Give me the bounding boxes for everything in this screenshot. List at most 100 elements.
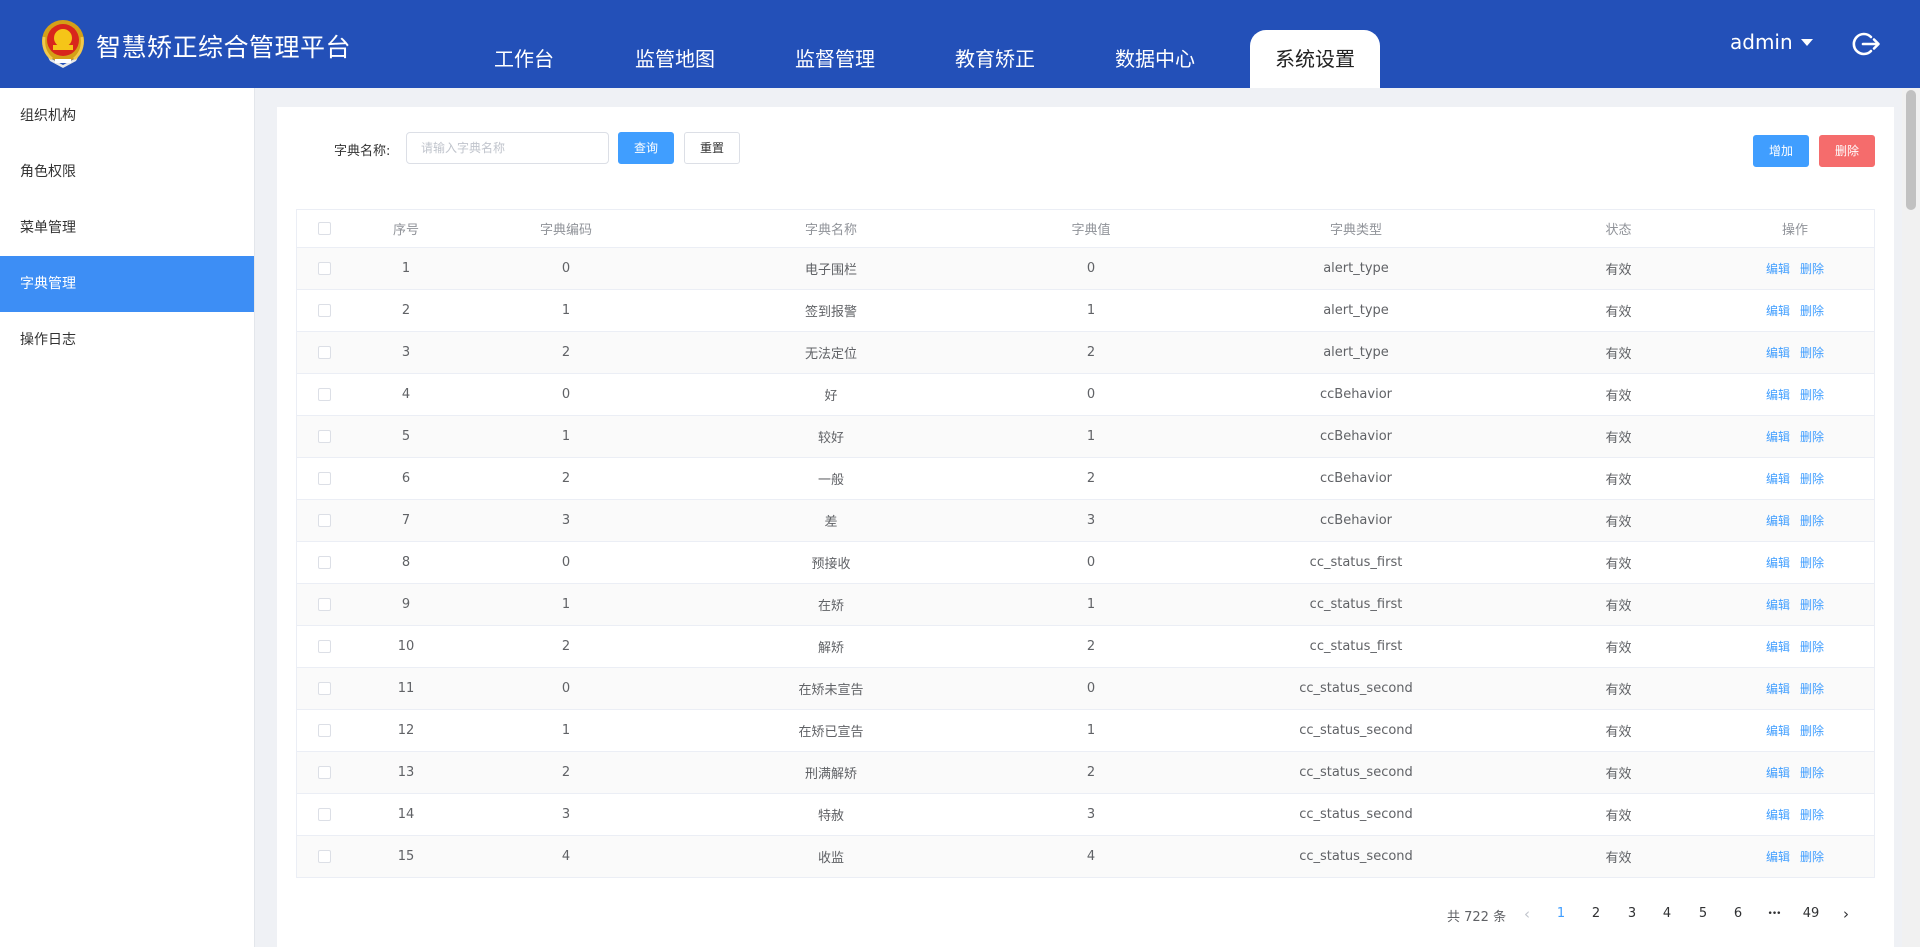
row-delete-link[interactable]: 删除 xyxy=(1800,302,1824,319)
row-index: 9 xyxy=(401,597,411,612)
row-checkbox[interactable] xyxy=(317,598,331,611)
row-delete-link[interactable]: 删除 xyxy=(1800,470,1824,487)
sidebar-item-role-permissions[interactable]: 角色权限 xyxy=(0,144,254,200)
logout-icon[interactable] xyxy=(1850,28,1882,60)
table-row: 2 1 签到报警 1 alert_type 有效 编辑 删除 xyxy=(297,289,1874,331)
page-ellipsis[interactable]: ••• xyxy=(1760,899,1788,929)
row-select-cell xyxy=(297,416,351,457)
row-status: 有效 xyxy=(1605,641,1632,656)
table-body: 1 0 电子围栏 0 alert_type 有效 编辑 删除 2 1 签到报警 1 alert_type… xyxy=(297,247,1874,877)
row-checkbox[interactable] xyxy=(317,346,331,359)
row-edit-link[interactable]: 编辑 xyxy=(1766,386,1790,403)
row-edit-link[interactable]: 编辑 xyxy=(1766,344,1790,361)
row-delete-link[interactable]: 删除 xyxy=(1800,554,1824,571)
row-checkbox[interactable] xyxy=(317,262,331,275)
row-edit-link[interactable]: 编辑 xyxy=(1766,848,1790,865)
row-actions: 编辑 删除 xyxy=(1716,710,1874,751)
sidebar-item-operation-log[interactable]: 操作日志 xyxy=(0,312,254,368)
row-delete-link[interactable]: 删除 xyxy=(1800,722,1824,739)
row-name: 刑满解矫 xyxy=(804,767,857,782)
row-delete-link[interactable]: 删除 xyxy=(1800,680,1824,697)
nav-tab-supervision-map[interactable]: 监管地图 xyxy=(625,30,725,88)
row-checkbox[interactable] xyxy=(317,472,331,485)
select-all-checkbox[interactable] xyxy=(317,222,331,235)
row-checkbox[interactable] xyxy=(317,766,331,779)
query-button[interactable]: 查询 xyxy=(618,132,674,164)
page-6[interactable]: 6 xyxy=(1724,899,1752,929)
row-select-cell xyxy=(297,248,351,289)
row-index: 7 xyxy=(401,513,411,528)
row-delete-link[interactable]: 删除 xyxy=(1800,596,1824,613)
row-delete-link[interactable]: 删除 xyxy=(1800,806,1824,823)
page-scrollbar[interactable] xyxy=(1902,88,1920,947)
row-checkbox[interactable] xyxy=(317,850,331,863)
row-checkbox[interactable] xyxy=(317,388,331,401)
row-edit-link[interactable]: 编辑 xyxy=(1766,722,1790,739)
page-3[interactable]: 3 xyxy=(1618,899,1646,929)
row-edit-link[interactable]: 编辑 xyxy=(1766,554,1790,571)
row-select-cell xyxy=(297,710,351,751)
page-2[interactable]: 2 xyxy=(1582,899,1610,929)
scrollbar-thumb[interactable] xyxy=(1906,90,1916,210)
row-edit-link[interactable]: 编辑 xyxy=(1766,470,1790,487)
page-4[interactable]: 4 xyxy=(1653,899,1681,929)
row-delete-link[interactable]: 删除 xyxy=(1800,848,1824,865)
row-delete-link[interactable]: 删除 xyxy=(1800,512,1824,529)
row-checkbox[interactable] xyxy=(317,724,331,737)
row-edit-link[interactable]: 编辑 xyxy=(1766,428,1790,445)
row-index: 14 xyxy=(397,807,415,822)
row-type: ccBehavior xyxy=(1319,471,1393,486)
add-button[interactable]: 增加 xyxy=(1753,135,1809,167)
row-edit-link[interactable]: 编辑 xyxy=(1766,764,1790,781)
row-checkbox[interactable] xyxy=(317,640,331,653)
row-edit-link[interactable]: 编辑 xyxy=(1766,260,1790,277)
row-status: 有效 xyxy=(1605,851,1632,866)
delete-button[interactable]: 删除 xyxy=(1819,135,1875,167)
row-code: 0 xyxy=(561,555,571,570)
prev-page-icon[interactable]: ‹ xyxy=(1513,899,1541,929)
nav-tab-system-settings[interactable]: 系统设置 xyxy=(1250,30,1380,88)
reset-button[interactable]: 重置 xyxy=(684,132,740,164)
row-edit-link[interactable]: 编辑 xyxy=(1766,680,1790,697)
next-page-icon[interactable]: › xyxy=(1832,899,1860,929)
row-status: 有效 xyxy=(1605,347,1632,362)
row-checkbox[interactable] xyxy=(317,430,331,443)
user-menu[interactable]: admin xyxy=(1730,30,1813,54)
table-row: 12 1 在矫已宣告 1 cc_status_second 有效 编辑 删除 xyxy=(297,709,1874,751)
header-cell-code: 字典编码 xyxy=(539,223,592,238)
page-last[interactable]: 49 xyxy=(1794,899,1828,929)
nav-tab-education-correction[interactable]: 教育矫正 xyxy=(945,30,1045,88)
row-type: ccBehavior xyxy=(1319,513,1393,528)
row-delete-link[interactable]: 删除 xyxy=(1800,638,1824,655)
sidebar-item-dictionary-management[interactable]: 字典管理 xyxy=(0,256,254,312)
row-checkbox[interactable] xyxy=(317,808,331,821)
row-edit-link[interactable]: 编辑 xyxy=(1766,512,1790,529)
nav-tab-workbench[interactable]: 工作台 xyxy=(478,30,570,88)
row-select-cell xyxy=(297,542,351,583)
row-checkbox[interactable] xyxy=(317,304,331,317)
search-label: 字典名称: xyxy=(334,144,391,159)
row-edit-link[interactable]: 编辑 xyxy=(1766,806,1790,823)
row-delete-link[interactable]: 删除 xyxy=(1800,428,1824,445)
row-edit-link[interactable]: 编辑 xyxy=(1766,596,1790,613)
row-type: cc_status_first xyxy=(1309,639,1403,654)
sidebar-item-organization[interactable]: 组织机构 xyxy=(0,88,254,144)
row-checkbox[interactable] xyxy=(317,556,331,569)
row-checkbox[interactable] xyxy=(317,514,331,527)
dictionary-name-input[interactable] xyxy=(406,132,609,164)
row-value: 0 xyxy=(1086,261,1096,276)
row-delete-link[interactable]: 删除 xyxy=(1800,386,1824,403)
row-delete-link[interactable]: 删除 xyxy=(1800,260,1824,277)
nav-tab-oversight-management[interactable]: 监督管理 xyxy=(785,30,885,88)
nav-tab-data-center[interactable]: 数据中心 xyxy=(1105,30,1205,88)
row-delete-link[interactable]: 删除 xyxy=(1800,764,1824,781)
row-edit-link[interactable]: 编辑 xyxy=(1766,302,1790,319)
row-select-cell xyxy=(297,458,351,499)
sidebar-item-menu-management[interactable]: 菜单管理 xyxy=(0,200,254,256)
row-edit-link[interactable]: 编辑 xyxy=(1766,638,1790,655)
page-5[interactable]: 5 xyxy=(1689,899,1717,929)
row-delete-link[interactable]: 删除 xyxy=(1800,344,1824,361)
top-header: 智慧矫正综合管理平台 工作台 监管地图 监督管理 教育矫正 数据中心 系统设置 … xyxy=(0,0,1920,88)
page-1[interactable]: 1 xyxy=(1547,899,1575,929)
row-checkbox[interactable] xyxy=(317,682,331,695)
